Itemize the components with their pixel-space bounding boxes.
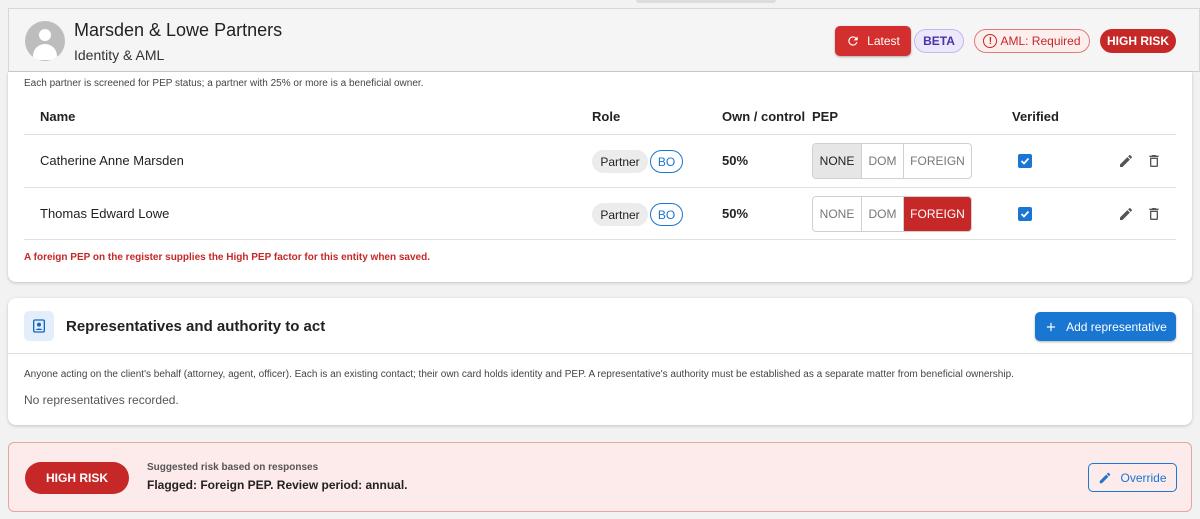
add-representative-label: Add representative bbox=[1066, 319, 1167, 334]
divider bbox=[8, 353, 1192, 354]
risk-badge: HIGH RISK bbox=[1100, 29, 1176, 53]
risk-banner: HIGH RISK Suggested risk based on respon… bbox=[8, 442, 1192, 512]
pep-warning: A foreign PEP on the register supplies t… bbox=[24, 252, 431, 263]
representatives-card: Representatives and authority to act Add… bbox=[8, 298, 1192, 425]
partners-card: Each partner is screened for PEP status;… bbox=[8, 72, 1192, 282]
pep-option-dom[interactable]: DOM bbox=[862, 144, 904, 178]
role-chip: Partner bbox=[592, 150, 648, 173]
column-header-name: Name bbox=[40, 109, 76, 124]
checkbox-icon bbox=[1020, 157, 1030, 165]
contact-card-icon bbox=[24, 311, 54, 341]
representatives-title: Representatives and authority to act bbox=[66, 318, 326, 335]
pep-option-foreign[interactable]: FOREIGN bbox=[904, 197, 971, 231]
partners-note: Each partner is screened for PEP status;… bbox=[24, 78, 424, 89]
top-scroll-indicator bbox=[636, 0, 776, 3]
column-header-verified: Verified bbox=[1012, 109, 1059, 124]
representatives-empty-state: No representatives recorded. bbox=[24, 393, 179, 407]
risk-level-badge: HIGH RISK bbox=[25, 462, 129, 494]
column-header-pep: PEP bbox=[812, 109, 839, 124]
edit-icon[interactable] bbox=[1118, 153, 1134, 169]
pep-option-none[interactable]: NONE bbox=[813, 197, 862, 231]
aml-status-badge: ! AML: Required bbox=[974, 29, 1090, 53]
ownership-value: 50% bbox=[722, 206, 749, 221]
plus-icon bbox=[1047, 322, 1056, 331]
beneficial-owner-badge: BO bbox=[650, 150, 683, 173]
pep-toggle-group: NONE DOM FOREIGN bbox=[812, 196, 972, 232]
verified-checkbox[interactable] bbox=[1018, 207, 1032, 221]
table-row: Catherine Anne Marsden Partner BO 50% NO… bbox=[24, 134, 1176, 187]
alert-icon: ! bbox=[983, 34, 998, 48]
page-title: Marsden & Lowe Partners bbox=[74, 20, 283, 40]
column-header-own: Own / control bbox=[722, 109, 806, 124]
pep-option-foreign[interactable]: FOREIGN bbox=[904, 144, 971, 178]
table-row: Thomas Edward Lowe Partner BO 50% NONE D… bbox=[24, 187, 1176, 240]
role-chip: Partner bbox=[592, 203, 648, 226]
page-subtitle: Identity & AML bbox=[74, 47, 165, 63]
pep-option-dom[interactable]: DOM bbox=[862, 197, 904, 231]
page-header: Marsden & Lowe Partners Identity & AML L… bbox=[8, 8, 1200, 72]
risk-label: Suggested risk based on responses bbox=[147, 462, 319, 473]
pencil-icon bbox=[1100, 472, 1111, 483]
column-header-role: Role bbox=[592, 109, 621, 124]
override-label: Override bbox=[1120, 470, 1167, 485]
aml-status-label: AML: Required bbox=[1000, 34, 1081, 48]
verified-checkbox[interactable] bbox=[1018, 154, 1032, 168]
pep-option-none[interactable]: NONE bbox=[813, 144, 862, 178]
checkbox-icon bbox=[1020, 210, 1030, 218]
beneficial-owner-badge: BO bbox=[650, 203, 683, 226]
delete-icon[interactable] bbox=[1146, 153, 1162, 169]
ownership-value: 50% bbox=[722, 153, 749, 168]
partner-name: Thomas Edward Lowe bbox=[40, 206, 170, 221]
delete-icon[interactable] bbox=[1146, 206, 1162, 222]
risk-summary: Flagged: Foreign PEP. Review period: ann… bbox=[147, 478, 408, 492]
edit-icon[interactable] bbox=[1118, 206, 1134, 222]
beta-badge: BETA bbox=[914, 29, 964, 53]
override-button[interactable]: Override bbox=[1088, 463, 1177, 492]
avatar-icon bbox=[25, 21, 65, 61]
partner-name: Catherine Anne Marsden bbox=[40, 153, 184, 168]
add-representative-button[interactable]: Add representative bbox=[1035, 312, 1176, 341]
pep-toggle-group: NONE DOM FOREIGN bbox=[812, 143, 972, 179]
latest-label: Latest bbox=[867, 34, 900, 48]
representatives-note: Anyone acting on the client's behalf (at… bbox=[24, 369, 1014, 380]
refresh-icon bbox=[848, 36, 858, 46]
latest-button[interactable]: Latest bbox=[835, 26, 911, 56]
